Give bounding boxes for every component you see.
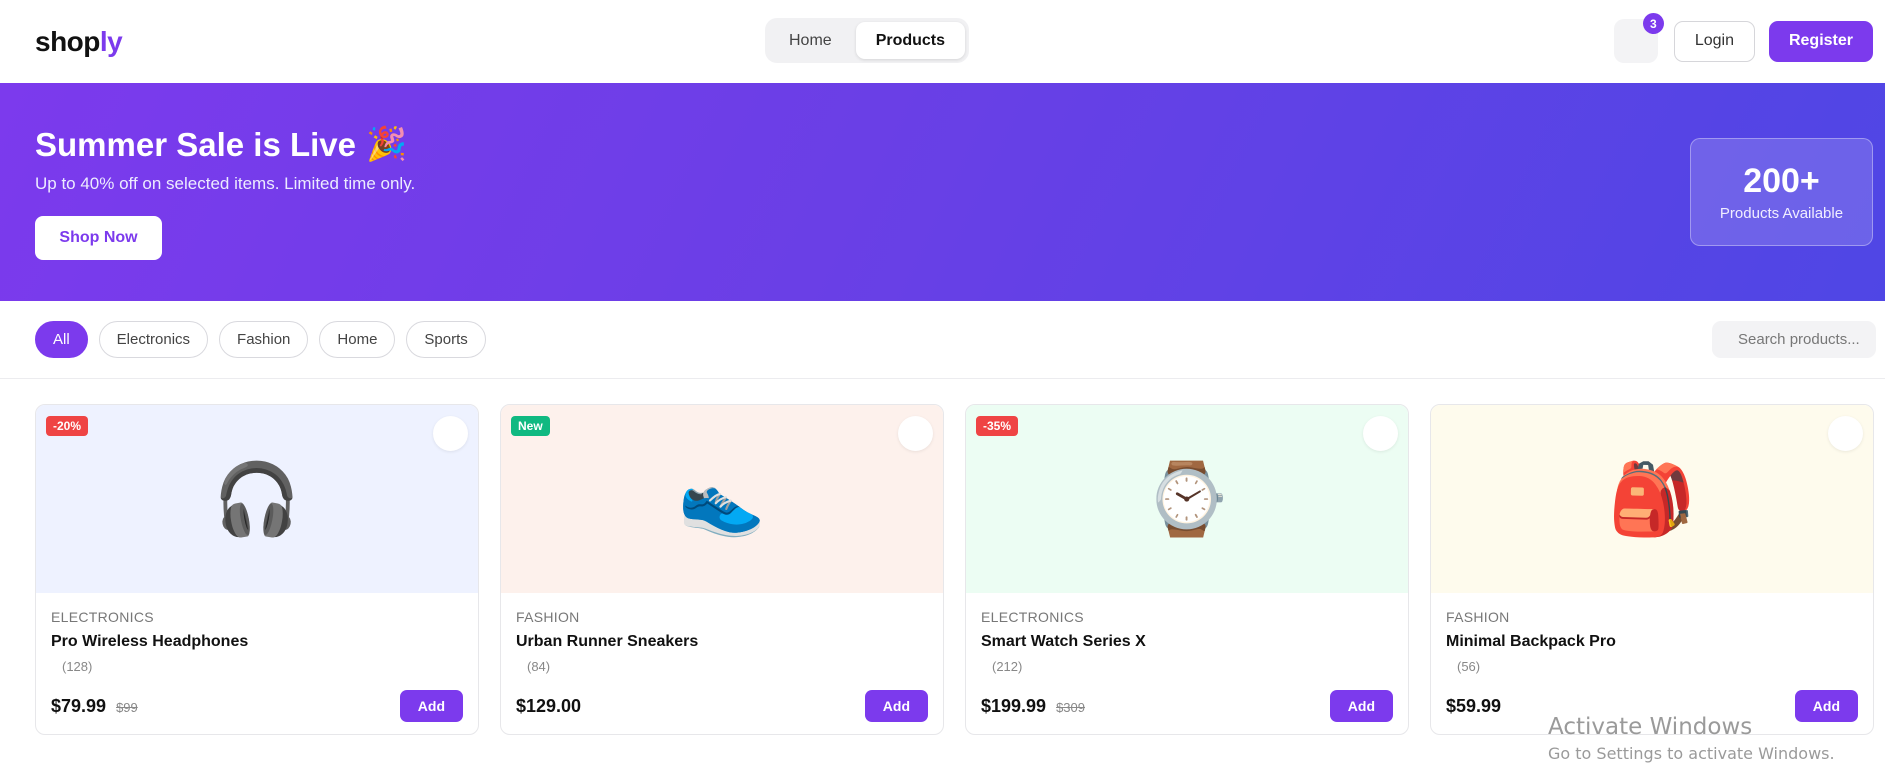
product-name[interactable]: Urban Runner Sneakers — [516, 633, 928, 651]
original-price: $309 — [1056, 700, 1085, 715]
add-to-cart-button[interactable]: Add — [399, 690, 463, 722]
favorite-button[interactable] — [898, 416, 933, 451]
watermark-title: Activate Windows — [1548, 714, 1753, 740]
review-count: (212) — [992, 659, 1023, 674]
price-row: $129.00 Add — [516, 690, 928, 722]
product-info: Fashion Urban Runner Sneakers (84) $129.… — [501, 593, 943, 734]
product-price: $199.99 — [981, 695, 1047, 716]
products-stat-card: 200+ Products Available — [1690, 138, 1873, 246]
shop-now-button[interactable]: Shop Now — [35, 216, 162, 260]
product-category: Fashion — [1446, 609, 1510, 625]
backpack-icon: 🎒 — [1608, 460, 1696, 538]
login-button[interactable]: Login — [1673, 20, 1755, 62]
product-image: -20% 🎧 — [36, 405, 478, 593]
product-info: Electronics Smart Watch Series X (212) $… — [966, 593, 1408, 734]
product-name[interactable]: Smart Watch Series X — [981, 633, 1393, 651]
add-to-cart-button[interactable]: Add — [1329, 690, 1393, 722]
nav-tab-products[interactable]: Products — [855, 22, 966, 59]
watch-icon: ⌚ — [1143, 460, 1231, 538]
shoply-logo[interactable]: shoply — [35, 25, 123, 58]
hero-subtitle: Up to 40% off on selected items. Limited… — [35, 174, 416, 193]
product-card[interactable]: -20% 🎧 Electronics Pro Wireless Headphon… — [35, 404, 479, 735]
product-card[interactable]: -35% ⌚ Electronics Smart Watch Series X … — [965, 404, 1409, 735]
product-name[interactable]: Minimal Backpack Pro — [1446, 633, 1858, 651]
discount-badge: -35% — [976, 416, 1019, 436]
top-header: shoply Home Products 3 Login Register — [0, 0, 1885, 83]
product-image: -35% ⌚ — [966, 405, 1408, 593]
product-info: Electronics Pro Wireless Headphones (128… — [36, 593, 478, 734]
stat-value: 200+ — [1743, 162, 1820, 200]
price-row: $79.99 $99 Add — [51, 690, 463, 722]
product-grid: -20% 🎧 Electronics Pro Wireless Headphon… — [35, 404, 1874, 735]
product-image: 🎒 — [1431, 405, 1873, 593]
watermark-subtitle: Go to Settings to activate Windows. — [1548, 744, 1835, 763]
review-count: (56) — [1457, 659, 1481, 674]
header-actions: 3 Login Register — [1613, 13, 1873, 63]
party-popper-icon: 🎉 — [366, 125, 408, 162]
product-price: $129.00 — [516, 695, 582, 716]
filter-chip-fashion[interactable]: Fashion — [219, 321, 309, 358]
filter-chip-home[interactable]: Home — [319, 321, 396, 358]
register-button[interactable]: Register — [1768, 20, 1873, 62]
search-input[interactable] — [1712, 321, 1876, 358]
hero-banner: Summer Sale is Live 🎉 Up to 40% off on s… — [0, 83, 1885, 301]
filter-chip-sports[interactable]: Sports — [406, 321, 486, 358]
headphones-icon: 🎧 — [213, 460, 301, 538]
sneaker-icon: 👟 — [678, 460, 766, 538]
nav-tab-home[interactable]: Home — [769, 22, 852, 59]
favorite-button[interactable] — [1828, 416, 1863, 451]
windows-activation-watermark: Activate Windows Go to Settings to activ… — [1548, 714, 1835, 763]
product-card[interactable]: New 👟 Fashion Urban Runner Sneakers (84)… — [500, 404, 944, 735]
hero-title: Summer Sale is Live — [35, 125, 356, 163]
logo-accent-text: ly — [99, 25, 123, 57]
price-row: $199.99 $309 Add — [981, 690, 1393, 722]
filter-chip-all[interactable]: All — [35, 321, 88, 358]
product-category: Fashion — [516, 609, 580, 625]
discount-badge: -20% — [46, 416, 89, 436]
product-name[interactable]: Pro Wireless Headphones — [51, 633, 463, 651]
review-count: (128) — [62, 659, 93, 674]
main-nav: Home Products — [765, 18, 970, 63]
cart-button[interactable]: 3 — [1613, 13, 1664, 63]
product-card[interactable]: 🎒 Fashion Minimal Backpack Pro (56) $59.… — [1430, 404, 1874, 735]
filter-chip-electronics[interactable]: Electronics — [98, 321, 209, 358]
favorite-button[interactable] — [1363, 416, 1398, 451]
review-count: (84) — [527, 659, 551, 674]
add-to-cart-button[interactable]: Add — [864, 690, 928, 722]
product-image: New 👟 — [501, 405, 943, 593]
product-category: Electronics — [51, 609, 154, 625]
original-price: $99 — [116, 700, 138, 715]
cart-count-badge: 3 — [1642, 13, 1664, 34]
product-price: $59.99 — [1446, 695, 1502, 716]
hero-title-row: Summer Sale is Live 🎉 — [35, 125, 1850, 164]
stat-label: Products Available — [1719, 205, 1844, 222]
product-price: $79.99 — [51, 695, 107, 716]
product-category: Electronics — [981, 609, 1084, 625]
filter-bar: All Electronics Fashion Home Sports — [0, 301, 1885, 379]
favorite-button[interactable] — [433, 416, 468, 451]
logo-text: shop — [35, 25, 100, 57]
new-badge: New — [511, 416, 550, 436]
